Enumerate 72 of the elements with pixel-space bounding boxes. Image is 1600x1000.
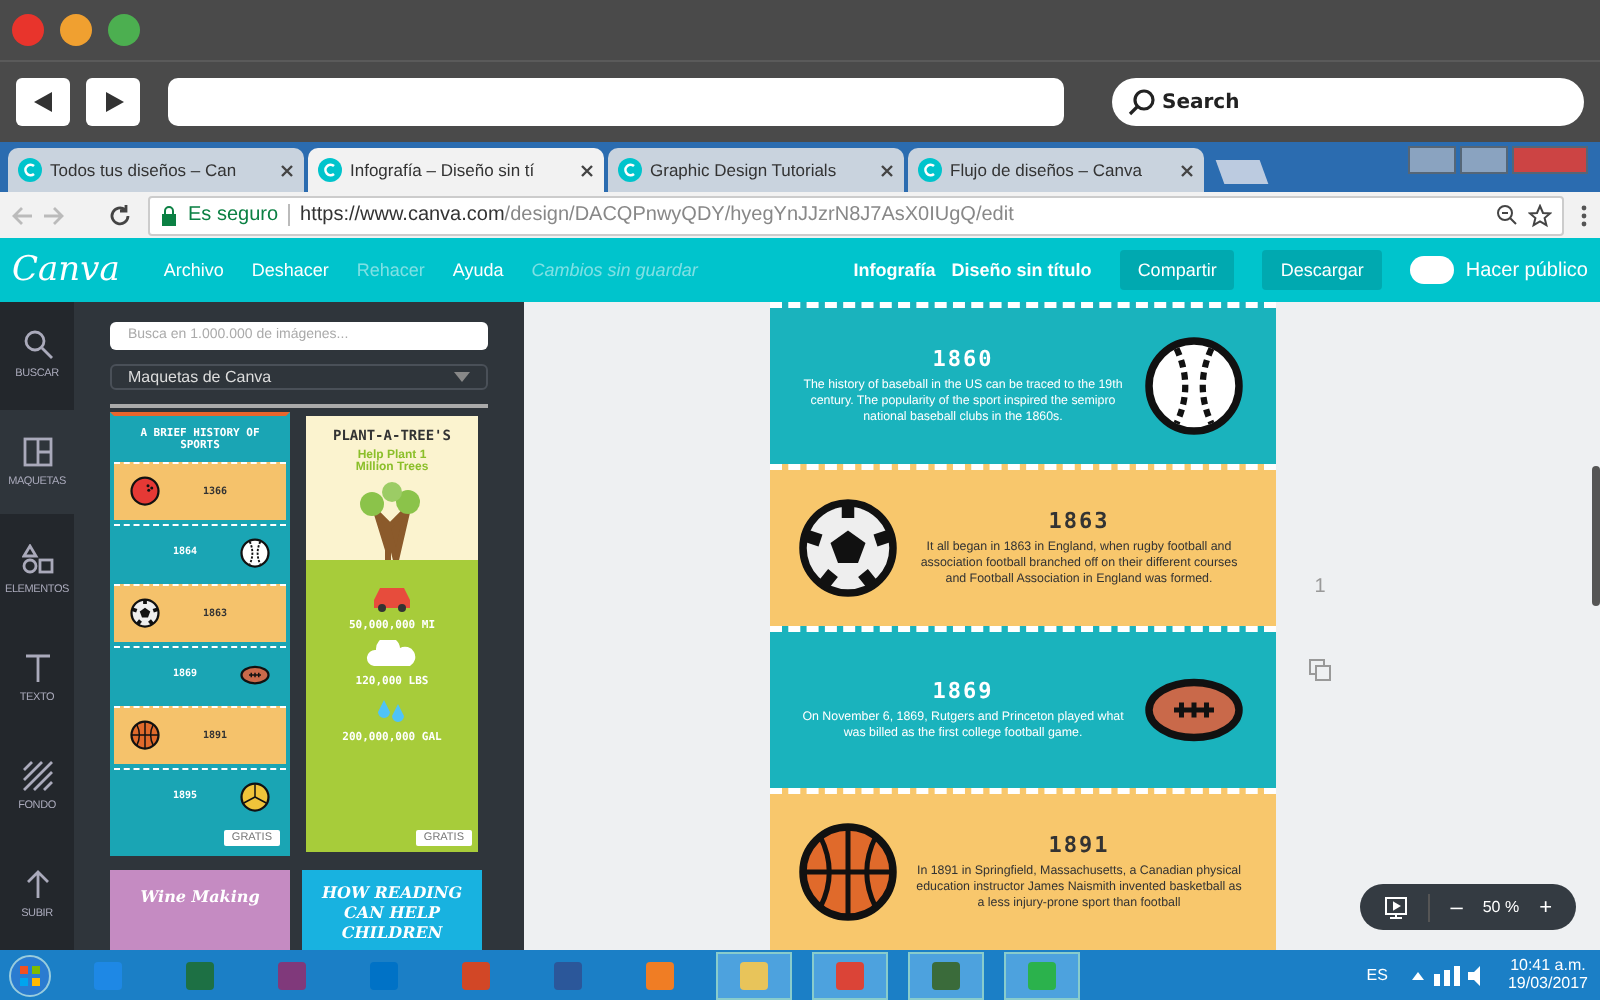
upload-icon <box>21 868 53 900</box>
language-indicator[interactable]: ES <box>1366 966 1388 984</box>
search-field[interactable]: Search <box>1112 78 1584 126</box>
window-controls-icon[interactable] <box>10 12 142 48</box>
section-year: 1869 <box>932 677 994 704</box>
copy-icon[interactable] <box>1308 658 1332 682</box>
browser-tab[interactable]: Graphic Design Tutorials <box>608 148 904 192</box>
template-title: Wine Making <box>140 886 260 910</box>
pattern-icon <box>21 760 53 792</box>
browser-tab[interactable]: Todos tus diseños – Can <box>8 148 304 192</box>
lock-icon <box>160 205 178 225</box>
back-arrow-icon[interactable] <box>31 90 55 114</box>
page-number: 1 <box>1314 576 1326 598</box>
basketball-icon <box>130 720 160 751</box>
start-button[interactable] <box>8 953 52 997</box>
public-toggle[interactable] <box>1409 256 1454 284</box>
favicon-icon <box>618 158 642 182</box>
close-icon[interactable] <box>880 163 894 177</box>
close-icon[interactable] <box>280 163 294 177</box>
clock-date[interactable]: 19/03/2017 <box>1507 975 1588 993</box>
forward-button[interactable] <box>86 78 140 126</box>
favicon-icon <box>918 158 942 182</box>
section-year: 1860 <box>932 345 994 372</box>
template-title: HOW READING CAN HELP CHILDREN <box>319 882 465 946</box>
taskbar-app[interactable] <box>908 951 984 999</box>
search-icon <box>21 328 53 360</box>
water-drops-icon <box>376 696 408 724</box>
car-icon <box>370 584 414 612</box>
url-field[interactable]: Es seguro https://www.canva.com/design/DACQPnwyQDY/hyegYnJJzrN8J7AsX0IUgQ/edit <box>148 195 1564 235</box>
baseball-icon <box>1144 336 1244 436</box>
bowling-icon <box>130 476 160 507</box>
new-tab-button[interactable] <box>1215 160 1269 184</box>
save-status: Cambios sin guardar <box>531 260 698 280</box>
present-icon[interactable] <box>1384 895 1409 919</box>
browser-tab[interactable]: Flujo de diseños – Canva <box>908 148 1204 192</box>
menu-icon[interactable] <box>1580 203 1588 227</box>
layout-dropdown[interactable]: Maquetas de Canva <box>110 363 488 390</box>
zoom-out-button[interactable]: – <box>1450 895 1463 919</box>
close-icon[interactable] <box>580 163 594 177</box>
back-button[interactable] <box>16 78 70 126</box>
zoom-in-button[interactable]: + <box>1539 895 1552 919</box>
caret-icon <box>454 371 470 382</box>
soccer-icon <box>798 498 898 598</box>
minimize-icon[interactable] <box>1408 146 1456 174</box>
clock-time[interactable]: 10:41 a.m. <box>1510 957 1586 975</box>
shapes-icon <box>21 544 53 576</box>
layouts-icon <box>21 436 53 468</box>
text-icon <box>21 652 53 684</box>
favicon-icon <box>318 158 342 182</box>
public-label: Hacer público <box>1465 259 1588 281</box>
section-year: 1891 <box>1048 831 1110 858</box>
soccer-icon <box>130 598 160 629</box>
search-icon[interactable] <box>1128 88 1156 116</box>
forward-arrow-icon[interactable] <box>101 90 125 114</box>
favicon-icon <box>18 158 42 182</box>
zoom-level: 50 % <box>1482 898 1520 916</box>
cloud-icon <box>366 640 418 668</box>
reload-icon[interactable] <box>108 203 132 227</box>
scrollbar[interactable] <box>1592 466 1600 606</box>
basketball-icon <box>798 822 898 922</box>
browser-tab[interactable]: Infografía – Diseño sin tí <box>308 148 604 192</box>
zoom-icon[interactable] <box>1496 204 1518 226</box>
maximize-icon[interactable] <box>1460 146 1508 174</box>
address-field[interactable] <box>168 78 1064 126</box>
taskbar-app[interactable] <box>812 951 888 999</box>
taskbar-app[interactable] <box>1004 951 1080 999</box>
star-icon[interactable] <box>1528 203 1552 227</box>
volleyball-icon <box>240 781 270 812</box>
baseball-icon <box>240 537 270 568</box>
close-icon[interactable] <box>1180 163 1194 177</box>
section-year: 1863 <box>1048 507 1110 534</box>
taskbar-app[interactable] <box>716 951 792 999</box>
